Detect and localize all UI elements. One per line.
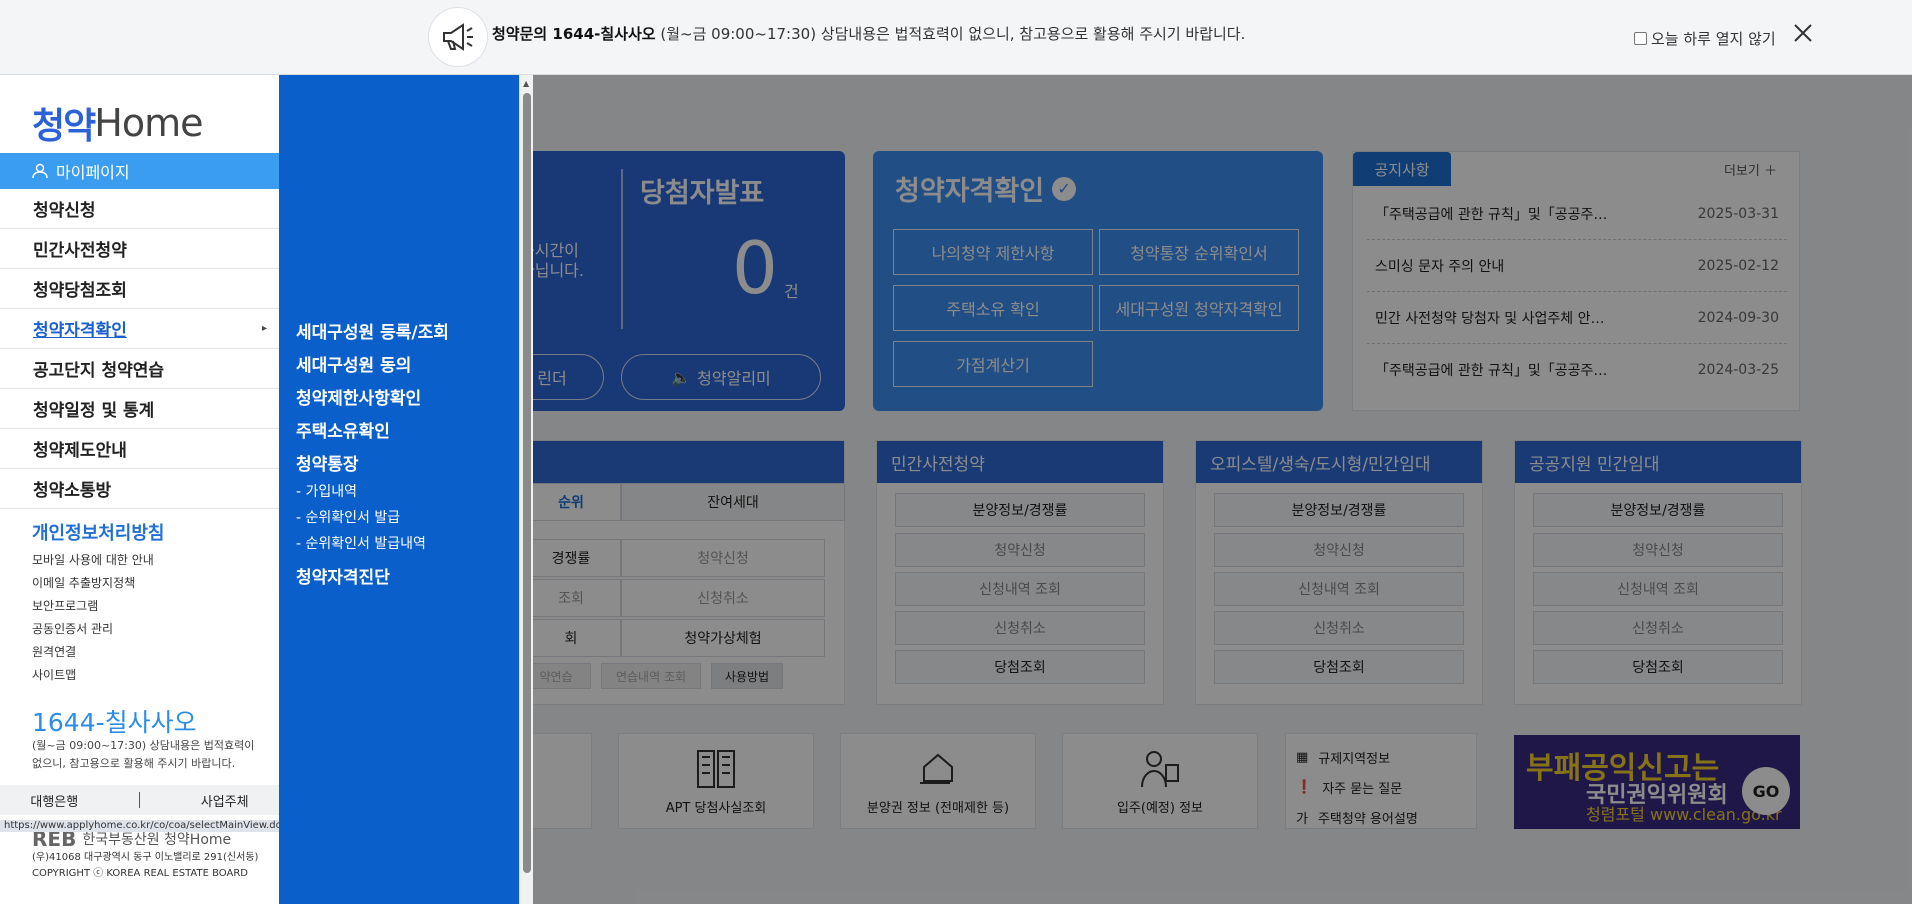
chevron-right-icon: ▸ [261, 323, 267, 334]
logo[interactable]: 청약 Home [32, 97, 203, 149]
agent-links: 대행은행 사업주체 [0, 785, 279, 815]
sidebar-item-qualification[interactable]: 청약자격확인 ▸ [0, 309, 279, 349]
submenu-subitem-rank-cert[interactable]: - 순위확인서 발급 [296, 507, 400, 527]
submenu-item-house-ownership[interactable]: 주택소유확인 [296, 417, 390, 442]
submenu-item-household-consent[interactable]: 세대구성원 동의 [296, 351, 411, 376]
sidebar-item-apply[interactable]: 청약신청 [0, 189, 279, 229]
footer-link[interactable]: 원격연결 [32, 641, 154, 664]
divider [138, 792, 140, 808]
agent-biz-link[interactable]: 사업주체 [201, 791, 249, 810]
user-icon [32, 163, 48, 179]
dont-open-today-label[interactable]: 오늘 하루 열지 않기 [1651, 28, 1776, 49]
megaphone-icon [428, 7, 488, 67]
sidebar-item-system-guide[interactable]: 청약제도안내 [0, 429, 279, 469]
notice-text: 청약문의 1644-칠사사오 (월~금 09:00~17:30) 상담내용은 법… [492, 25, 1246, 43]
submenu-item-restrictions[interactable]: 청약제한사항확인 [296, 384, 421, 409]
sidebar: 청약 Home 마이페이지 청약신청 민간사전청약 청약당첨조회 청약자격확인 ▸ … [0, 75, 279, 904]
submenu-panel: 세대구성원 등록/조회 세대구성원 동의 청약제한사항확인 주택소유확인 청약통… [279, 75, 519, 904]
footer-link[interactable]: 보안프로그램 [32, 595, 154, 618]
privacy-policy-link[interactable]: 개인정보처리방침 [32, 519, 164, 545]
footer-links: 모바일 사용에 대한 안내 이메일 추출방지정책 보안프로그램 공동인증서 관리… [32, 549, 154, 687]
submenu-item-household-register[interactable]: 세대구성원 등록/조회 [296, 318, 449, 343]
submenu-item-diagnosis[interactable]: 청약자격진단 [296, 563, 390, 588]
contact-desc: (월~금 09:00~17:30) 상담내용은 법적효력이 없으니, 참고용으로… [32, 739, 255, 770]
footer-link[interactable]: 이메일 추출방지정책 [32, 572, 154, 595]
submenu-subitem-rank-cert-history[interactable]: - 순위확인서 발급내역 [296, 533, 426, 553]
submenu-subitem-subscription[interactable]: - 가입내역 [296, 481, 357, 501]
sidebar-item-private-presale[interactable]: 민간사전청약 [0, 229, 279, 269]
submenu-item-account[interactable]: 청약통장 [296, 450, 359, 475]
sidebar-item-community[interactable]: 청약소통방 [0, 469, 279, 509]
footer-link[interactable]: 공동인증서 관리 [32, 618, 154, 641]
sidebar-item-winner-lookup[interactable]: 청약당첨조회 [0, 269, 279, 309]
close-icon[interactable] [1792, 22, 1814, 44]
scrollbar-thumb[interactable] [523, 93, 531, 873]
checkbox-box[interactable] [1634, 32, 1647, 45]
mypage-button[interactable]: 마이페이지 [0, 153, 279, 189]
scrollbar[interactable]: ▲ [519, 75, 533, 904]
sidebar-item-schedule[interactable]: 청약일정 및 통계 [0, 389, 279, 429]
scroll-up-icon[interactable]: ▲ [523, 79, 529, 88]
address: (우)41068 대구광역시 동구 이노밸리로 291(신서동) COPYRIGH… [32, 852, 259, 879]
dont-open-today-checkbox[interactable]: 오늘 하루 열지 않기 [1634, 28, 1776, 49]
footer-link[interactable]: 사이트맵 [32, 664, 154, 687]
agent-bank-link[interactable]: 대행은행 [30, 791, 78, 810]
status-bar-url: https://www.applyhome.co.kr/co/coa/selec… [0, 820, 320, 832]
contact-phone: 1644-칠사사오 [32, 708, 197, 737]
sidebar-item-practice[interactable]: 공고단지 청약연습 [0, 349, 279, 389]
top-notice-bar: 청약문의 1644-칠사사오 (월~금 09:00~17:30) 상담내용은 법… [0, 0, 1912, 75]
footer-link[interactable]: 모바일 사용에 대한 안내 [32, 549, 154, 572]
